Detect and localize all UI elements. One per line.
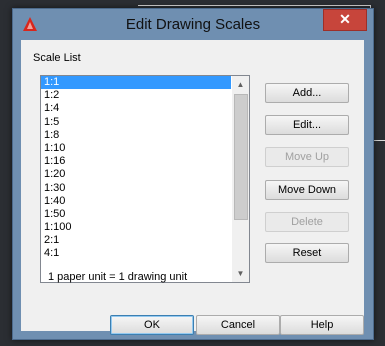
ok-button[interactable]: OK <box>110 315 194 335</box>
add-button[interactable]: Add... <box>265 83 349 103</box>
scale-list-item[interactable]: 1:1 <box>41 76 231 90</box>
window-title: Edit Drawing Scales <box>125 16 261 33</box>
edit-drawing-scales-dialog: Edit Drawing Scales ✕ Scale List 1:1 1:2 1… <box>12 8 374 340</box>
scroll-thumb[interactable] <box>234 94 248 220</box>
scale-list-item[interactable]: 1:50 <box>41 208 231 221</box>
scale-list-item[interactable]: 1:4 <box>41 102 231 115</box>
title-bar[interactable]: Edit Drawing Scales ✕ <box>13 9 373 39</box>
reset-button[interactable]: Reset <box>265 243 349 263</box>
background-drawing-line <box>138 5 370 6</box>
scroll-up-icon[interactable]: ▲ <box>232 76 249 93</box>
scale-list-items: 1:1 1:2 1:4 1:5 1:8 1:10 1:16 1:20 1:30 1:40 1:50 1… <box>41 76 231 261</box>
cancel-button[interactable]: Cancel <box>196 315 280 335</box>
scale-list-item[interactable]: 1:40 <box>41 195 231 208</box>
scale-list-item[interactable]: 1:20 <box>41 168 231 181</box>
dialog-client-area: Scale List 1:1 1:2 1:4 1:5 1:8 1:10 1:16 1:20 1:… <box>21 40 364 335</box>
scale-list-item[interactable]: 1:8 <box>41 129 231 142</box>
delete-button[interactable]: Delete <box>265 212 349 232</box>
scale-list-item[interactable]: 1:5 <box>41 116 231 129</box>
scale-list-label: Scale List <box>33 52 81 64</box>
scale-list-item[interactable]: 1:100 <box>41 221 231 234</box>
scale-list-item[interactable]: 2:1 <box>41 234 231 247</box>
move-down-button[interactable]: Move Down <box>265 180 349 200</box>
scale-list-item[interactable]: 1:16 <box>41 155 231 168</box>
scale-list-item[interactable]: 4:1 <box>41 247 231 260</box>
edit-button[interactable]: Edit... <box>265 115 349 135</box>
scale-list-item[interactable]: 1:30 <box>41 182 231 195</box>
scale-listbox[interactable]: 1:1 1:2 1:4 1:5 1:8 1:10 1:16 1:20 1:30 1:40 1:50 1… <box>40 75 250 283</box>
unit-ratio-text: 1 paper unit = 1 drawing unit <box>48 271 188 283</box>
scale-list-item[interactable]: 1:10 <box>41 142 231 155</box>
scroll-down-icon[interactable]: ▼ <box>232 265 249 282</box>
move-up-button[interactable]: Move Up <box>265 147 349 167</box>
vertical-scrollbar[interactable]: ▲ ▼ <box>232 76 249 282</box>
scale-list-item[interactable]: 1:2 <box>41 89 231 102</box>
help-button[interactable]: Help <box>280 315 364 335</box>
close-button[interactable]: ✕ <box>323 9 367 31</box>
